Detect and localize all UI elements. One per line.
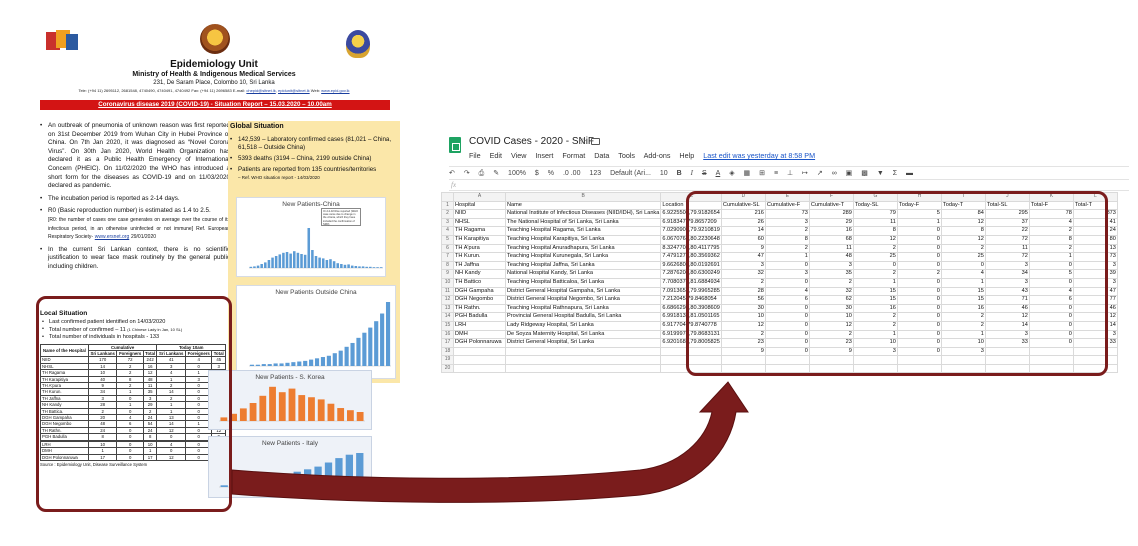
transfer-arrow-icon	[231, 381, 749, 503]
arrow-shape	[231, 381, 749, 503]
